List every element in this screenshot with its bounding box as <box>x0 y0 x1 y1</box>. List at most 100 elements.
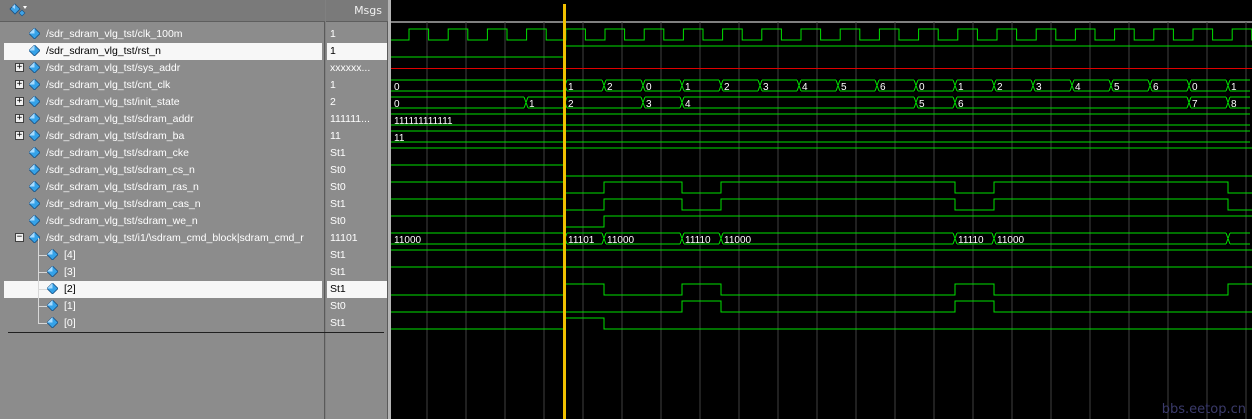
cnt-clk-bus <box>391 79 1250 92</box>
cnt-clk-label: 3 <box>763 82 769 93</box>
signal-row[interactable]: /sdr_sdram_vlg_tst/sdram_cs_n St0 <box>0 162 388 179</box>
cmd-bit0-waveform <box>391 317 1252 330</box>
expand-toggle-icon[interactable]: + <box>15 97 24 106</box>
time-cursor <box>563 4 566 419</box>
sdram-cmd-r-label: 11000 <box>997 235 1025 246</box>
value-row-bg <box>327 77 387 94</box>
signal-diamond-icon <box>29 96 40 107</box>
init-state-label: 5 <box>919 99 925 110</box>
cnt-clk-label: 0 <box>394 82 400 93</box>
signal-row[interactable]: + /sdr_sdram_vlg_tst/sdram_addr 111111... <box>0 111 388 128</box>
cnt-clk-label: 0 <box>646 82 652 93</box>
signal-value: 2 <box>330 96 336 108</box>
signal-row[interactable]: + /sdr_sdram_vlg_tst/cnt_clk 1 <box>0 77 388 94</box>
sdram-cmd-r-label: 11000 <box>724 235 752 246</box>
tree-connector <box>38 306 39 323</box>
signal-name: /sdr_sdram_vlg_tst/cnt_clk <box>46 79 171 91</box>
signal-name: /sdr_sdram_vlg_tst/sdram_we_n <box>46 215 198 227</box>
cmd-bit2-waveform <box>391 283 1252 296</box>
msgs-header-label: Msgs <box>354 4 382 17</box>
tree-connector <box>38 255 39 272</box>
signal-diamond-icon <box>47 249 58 260</box>
signal-row[interactable]: [1] St0 <box>0 289 388 315</box>
signal-row[interactable]: − /sdr_sdram_vlg_tst/i1/\sdram_cmd_block|… <box>0 230 388 247</box>
signal-row[interactable]: /sdr_sdram_vlg_tst/sdram_we_n St0 <box>0 213 388 230</box>
collapse-toggle-icon[interactable]: − <box>15 233 24 242</box>
sdram-cmd-r-label: 11000 <box>607 235 635 246</box>
signal-diamond-icon <box>29 28 40 39</box>
signal-row[interactable]: /sdr_sdram_vlg_tst/sdram_cas_n St1 <box>0 196 388 213</box>
signal-value: St1 <box>330 283 346 295</box>
signal-name: /sdr_sdram_vlg_tst/sys_addr <box>46 62 181 74</box>
signal-name: /sdr_sdram_vlg_tst/sdram_ba <box>46 130 185 142</box>
init-state-label: 7 <box>1192 99 1198 110</box>
cnt-clk-label: 4 <box>1075 82 1081 93</box>
signal-diamond-icon <box>47 300 58 311</box>
signal-name: [4] <box>64 249 76 261</box>
signal-row[interactable]: + /sdr_sdram_vlg_tst/sdram_ba 11 <box>0 128 388 145</box>
signal-row[interactable]: [4] St1 <box>0 238 388 264</box>
cnt-clk-label: 1 <box>568 82 574 93</box>
sdram-ba-bus <box>391 130 1250 143</box>
signal-value: xxxxxx... <box>330 62 371 74</box>
expand-toggle-icon[interactable]: + <box>15 131 24 140</box>
rst-waveform <box>391 45 1252 58</box>
init-state-label: 3 <box>646 99 652 110</box>
value-row-bg <box>327 26 387 43</box>
signal-row[interactable]: [0] St1 <box>0 306 388 332</box>
sdram-ba-label: 11 <box>394 133 405 144</box>
signal-value: St1 <box>330 266 346 278</box>
value-row-bg <box>327 43 387 60</box>
signal-value: St1 <box>330 198 346 210</box>
waveform-canvas[interactable]: 0 1 2 0 1 2 3 4 5 6 0 1 2 3 4 5 6 0 10 1 2 3 4 5 6 7 8111111111111… <box>391 0 1252 419</box>
signal-row[interactable]: /sdr_sdram_vlg_tst/sdram_ras_n St0 <box>0 179 388 196</box>
tree-connector <box>38 272 39 289</box>
signal-name: [0] <box>64 317 76 329</box>
init-state-bus <box>391 96 1250 109</box>
signal-value: St0 <box>330 300 346 312</box>
wave-toolbar-icon[interactable] <box>8 3 28 19</box>
signal-diamond-icon <box>29 147 40 158</box>
signal-row[interactable]: /sdr_sdram_vlg_tst/sdram_cke St1 <box>0 145 388 162</box>
sdram-cas-n-waveform <box>391 198 1252 211</box>
cnt-clk-label: 2 <box>997 82 1003 93</box>
signal-row[interactable]: + /sdr_sdram_vlg_tst/init_state 2 <box>0 94 388 111</box>
expand-toggle-icon[interactable]: + <box>15 63 24 72</box>
signal-value: St0 <box>330 181 346 193</box>
tree-connector <box>38 272 47 273</box>
sdram-addr-bus <box>391 113 1250 126</box>
signal-value: 111111... <box>330 113 370 125</box>
msgs-header: Msgs <box>326 0 388 22</box>
expand-toggle-icon[interactable]: + <box>15 114 24 123</box>
sdram-cmd-r-label: 11110 <box>685 235 711 246</box>
tree-connector <box>38 306 47 307</box>
signal-diamond-icon <box>29 164 40 175</box>
signal-row[interactable]: /sdr_sdram_vlg_tst/clk_100m 1 <box>0 26 388 43</box>
expand-toggle-icon[interactable]: + <box>15 80 24 89</box>
signal-value: 1 <box>330 28 336 40</box>
signal-value: St1 <box>330 249 346 261</box>
cnt-clk-label: 0 <box>919 82 925 93</box>
sdram-cmd-r-label: 11110 <box>958 235 984 246</box>
sdram-we-n-waveform <box>391 215 1252 228</box>
signal-diamond-icon <box>29 45 40 56</box>
sdram-addr-label: 111111111111 <box>394 116 453 127</box>
cnt-clk-label: 5 <box>1114 82 1120 93</box>
signal-row[interactable]: + /sdr_sdram_vlg_tst/sys_addr xxxxxx... <box>0 60 388 77</box>
signal-name: [3] <box>64 266 76 278</box>
signal-value: St0 <box>330 215 346 227</box>
signal-name: /sdr_sdram_vlg_tst/clk_100m <box>46 28 183 40</box>
signal-name: /sdr_sdram_vlg_tst/i1/\sdram_cmd_block|s… <box>46 232 304 244</box>
sdram-ras-n-waveform <box>391 181 1252 194</box>
signal-row[interactable]: [2] St1 <box>0 272 388 298</box>
tree-connector <box>38 323 47 324</box>
cnt-clk-label: 1 <box>685 82 691 93</box>
init-state-label: 4 <box>685 99 691 110</box>
signal-name: /sdr_sdram_vlg_tst/init_state <box>46 96 180 108</box>
signal-value: St1 <box>330 317 346 329</box>
cmd-bit1-waveform <box>391 300 1252 313</box>
cnt-clk-label: 2 <box>724 82 730 93</box>
signal-row[interactable]: /sdr_sdram_vlg_tst/rst_n 1 <box>0 43 388 60</box>
signal-row[interactable]: [3] St1 <box>0 255 388 281</box>
signal-value: 11101 <box>330 232 358 244</box>
